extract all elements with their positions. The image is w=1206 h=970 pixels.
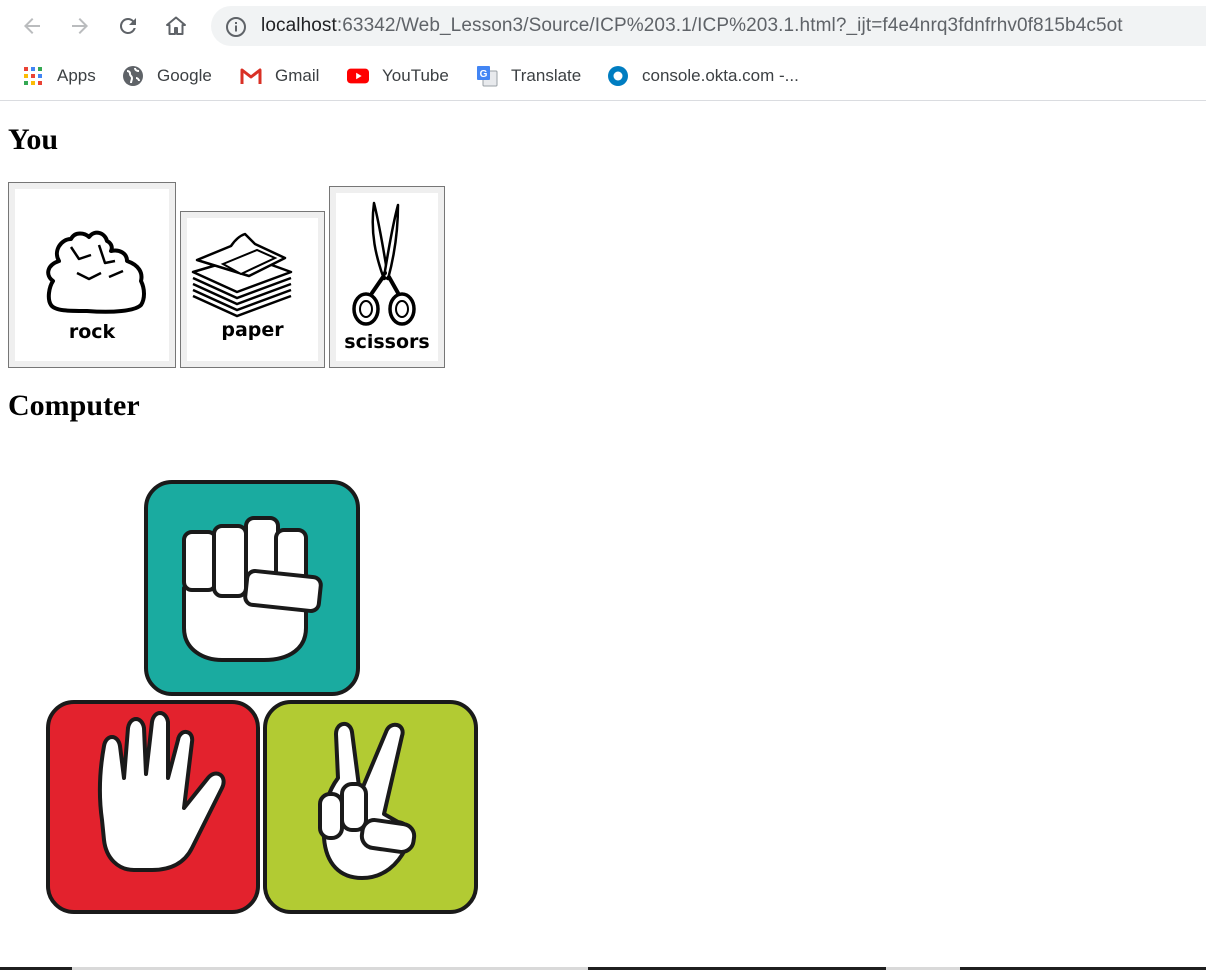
bookmarks-bar: Apps Google Gmail YouTube G Translate co…	[0, 52, 1206, 101]
bookmark-youtube[interactable]: YouTube	[347, 63, 449, 89]
bookmark-okta[interactable]: console.okta.com -...	[607, 63, 799, 89]
bookmark-label: Gmail	[275, 66, 320, 85]
reload-icon	[119, 17, 136, 34]
page-content: You rock paper scissors Computer	[0, 101, 1206, 970]
bookmark-gmail[interactable]: Gmail	[240, 63, 319, 89]
home-button[interactable]	[160, 10, 192, 42]
apps-grid-icon	[22, 65, 44, 87]
bookmark-label: Google	[157, 66, 212, 85]
svg-text:G: G	[480, 69, 488, 80]
reload-button[interactable]	[112, 10, 144, 42]
paper-button[interactable]: paper	[180, 211, 325, 368]
bookmark-label: YouTube	[382, 66, 449, 85]
info-icon[interactable]	[225, 16, 247, 38]
url-path: :63342/Web_Lesson3/Source/ICP%203.1/ICP%…	[336, 15, 1123, 36]
rock-image: rock	[15, 189, 169, 361]
address-bar[interactable]: localhost:63342/Web_Lesson3/Source/ICP%2…	[211, 6, 1206, 46]
scissors-image: scissors	[336, 193, 438, 361]
rock-label: rock	[68, 321, 116, 343]
bookmark-apps[interactable]: Apps	[22, 63, 96, 89]
browser-toolbar: localhost:63342/Web_Lesson3/Source/ICP%2…	[0, 0, 1206, 52]
bookmark-translate[interactable]: G Translate	[476, 63, 581, 89]
scissors-label: scissors	[344, 331, 430, 353]
rock-button[interactable]: rock	[8, 182, 176, 368]
paper-image: paper	[187, 218, 318, 361]
url-host: localhost	[261, 15, 337, 36]
computer-heading: Computer	[8, 389, 140, 422]
paper-label: paper	[221, 319, 284, 341]
bookmark-label: Apps	[57, 66, 96, 85]
back-arrow-icon	[24, 18, 40, 34]
home-icon	[166, 16, 186, 35]
translate-icon: G	[476, 65, 498, 87]
rock-paper-scissors-blocks-icon	[46, 480, 478, 914]
gmail-icon	[240, 65, 262, 87]
forward-button[interactable]	[64, 10, 96, 42]
back-button[interactable]	[16, 10, 48, 42]
scissors-button[interactable]: scissors	[329, 186, 445, 368]
you-heading: You	[8, 123, 59, 156]
google-globe-icon	[122, 65, 144, 87]
url-text[interactable]: localhost:63342/Web_Lesson3/Source/ICP%2…	[261, 15, 1123, 37]
youtube-icon	[347, 65, 369, 87]
bookmark-label: Translate	[511, 66, 582, 85]
bookmark-label: console.okta.com -...	[642, 66, 799, 85]
computer-choice-image	[44, 478, 480, 918]
okta-icon	[607, 65, 629, 87]
bookmark-google[interactable]: Google	[122, 63, 212, 89]
forward-arrow-icon	[72, 18, 88, 34]
